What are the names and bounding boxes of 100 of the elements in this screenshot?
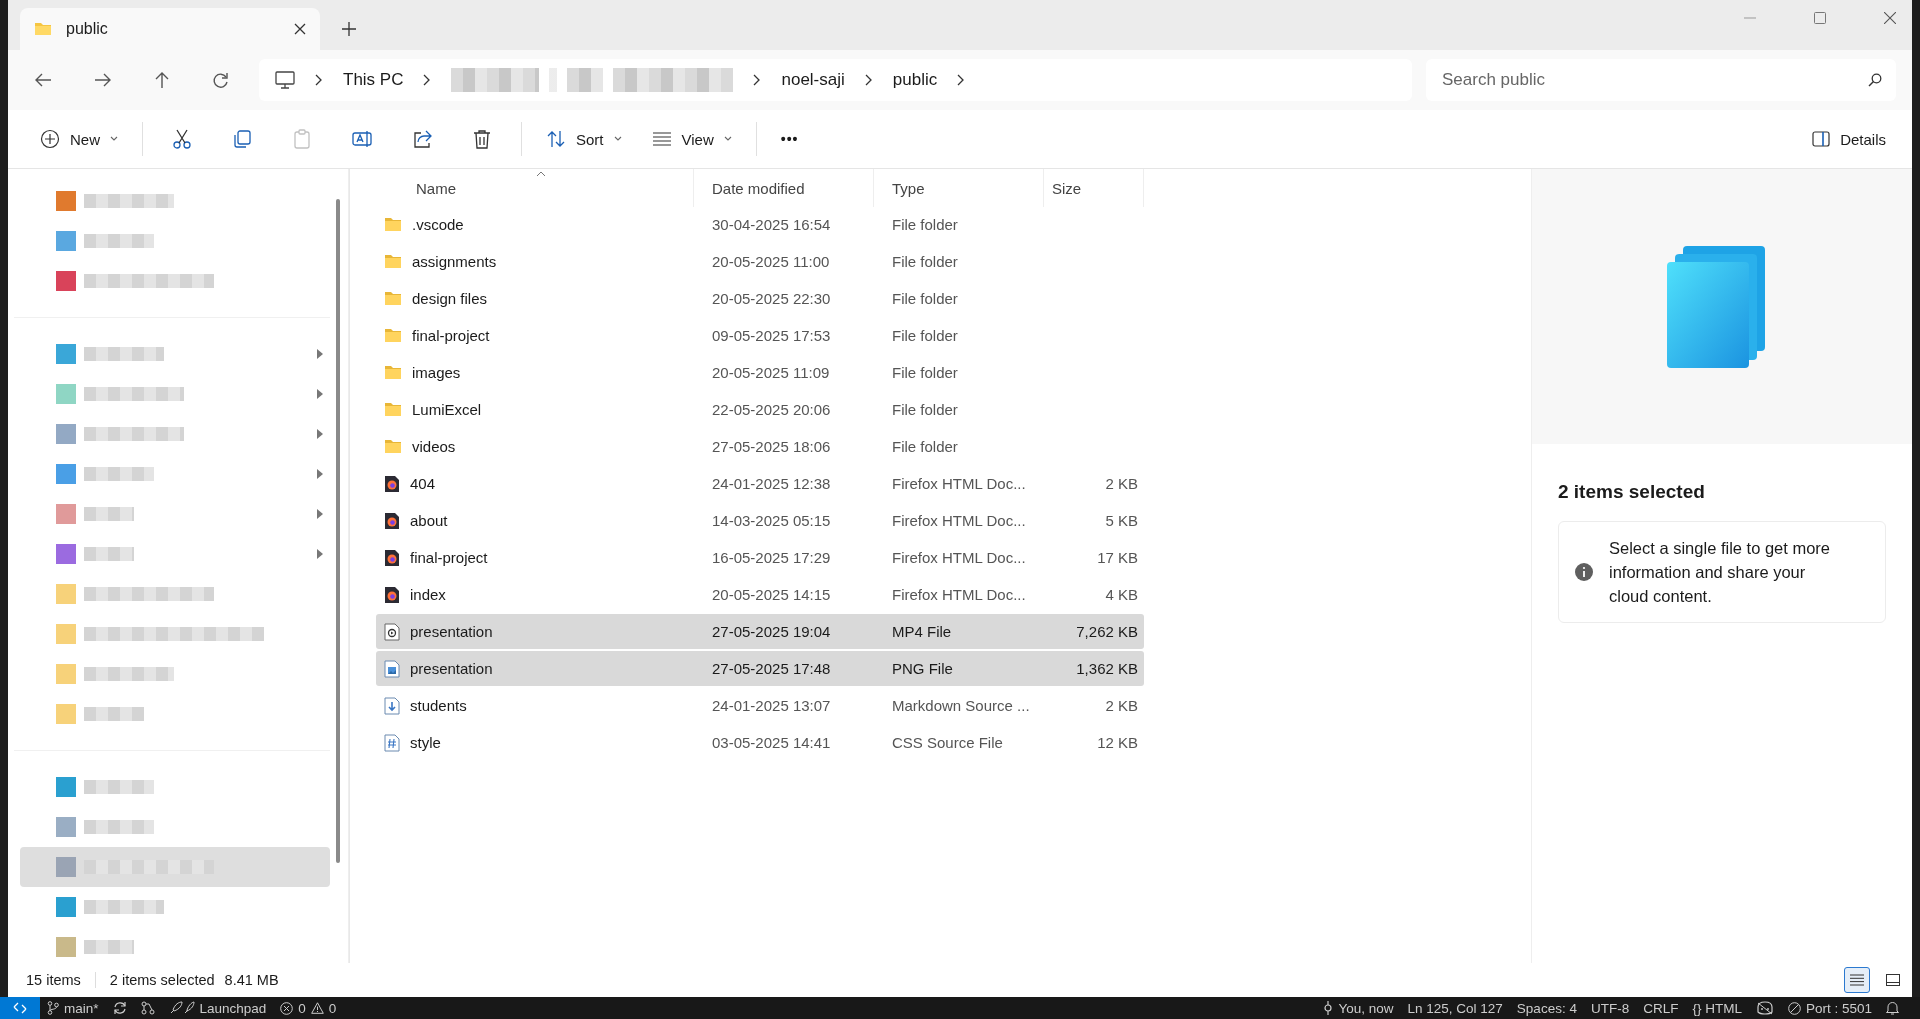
column-header[interactable]: Name [376,169,694,207]
info-text: Select a single file to get more information and share your cloud content. [1609,538,1832,607]
problems-button[interactable]: 0 0 [273,1000,344,1016]
caret-icon [723,136,732,142]
size-cell: 7,262 KB [1076,623,1138,640]
breadcrumb-item[interactable]: This PC [343,70,404,90]
tab-title: public [66,20,109,38]
multiple-files-icon [1667,245,1767,368]
copy-icon [232,129,252,149]
warning-icon [310,1002,324,1014]
details-button[interactable]: Details [1802,119,1896,159]
file-row[interactable]: videos 27-05-2025 18:06 File folder [376,429,1144,464]
close-icon[interactable] [294,23,306,35]
chevron-icon[interactable] [315,74,323,86]
branch-status[interactable]: main* [40,1000,106,1016]
file-row[interactable]: final-project 09-05-2025 17:53 File folder [376,318,1144,353]
expand-arrow-icon[interactable] [316,508,324,520]
selection-size: 8.41 MB [224,972,279,988]
breadcrumb-item[interactable]: noel-saji [781,70,845,90]
blame-status[interactable]: You, now [1316,1000,1401,1016]
file-name: students [410,697,467,714]
scissors-icon [172,129,192,149]
sort-button[interactable]: Sort [536,119,632,159]
status-item[interactable]: CRLF [1636,1000,1686,1016]
file-name: style [410,734,441,751]
file-name: design files [412,290,488,307]
file-row[interactable]: 404 24-01-2025 12:38 Firefox HTML Doc... 2 KB [376,466,1144,501]
file-row[interactable]: images 20-05-2025 11:09 File folder [376,355,1144,390]
redacted-label [84,940,134,954]
file-row[interactable]: index 20-05-2025 14:15 Firefox HTML Doc... 4 KB [376,577,1144,612]
column-header[interactable]: Date modified [694,169,874,207]
launchpad-button[interactable]: Launchpad [161,1000,274,1016]
status-item[interactable]: UTF-8 [1583,1000,1637,1016]
type-cell-text: Markdown Source ... [891,697,1031,714]
back-arrow-icon[interactable] [34,72,52,88]
scrollbar[interactable] [336,199,340,863]
port-status[interactable]: Port : 5501 [1780,1000,1879,1016]
status-item[interactable]: Spaces: 4 [1509,1000,1584,1016]
file-row[interactable]: style 03-05-2025 14:41 CSS Source File 12 KB [376,725,1144,760]
breadcrumb-item[interactable]: public [892,70,938,90]
more-button[interactable]: ••• [770,119,809,159]
details-view-button[interactable] [1844,967,1870,993]
redacted-label [84,467,154,481]
file-row[interactable]: final-project 16-05-2025 17:29 Firefox HTML Doc... 17 KB [376,540,1144,575]
file-row[interactable]: LumiExcel 22-05-2025 20:06 File folder [376,392,1144,427]
sort-icon [546,129,566,149]
address-bar[interactable]: This PC noel-saji public [259,59,1412,101]
file-name: index [410,586,446,603]
column-header[interactable]: Size [1044,169,1144,207]
expand-arrow-icon[interactable] [316,348,324,360]
chevron-icon[interactable] [423,74,432,86]
folder-icon [384,217,402,232]
tab[interactable]: public [20,8,320,50]
date-cell-text: 27-05-2025 18:06 [711,438,832,455]
forward-arrow-icon[interactable] [94,72,112,88]
expand-arrow-icon[interactable] [316,548,324,560]
file-row[interactable]: about 14-03-2025 05:15 Firefox HTML Doc... 5 KB [376,503,1144,538]
redacted-label [84,780,154,794]
caret-icon [613,136,622,142]
refresh-icon[interactable] [212,71,229,89]
chevron-icon[interactable] [753,74,762,86]
redacted-label [84,820,154,834]
folder-icon [384,328,402,343]
type-cell-text: Firefox HTML Doc... [891,586,1027,603]
folder-icon [384,365,402,380]
close-icon[interactable] [1884,12,1896,24]
up-arrow-icon[interactable] [154,71,170,89]
language-mode[interactable]: {} HTML [1685,1000,1749,1016]
date-cell-text: 09-05-2025 17:53 [711,327,832,344]
file-row[interactable]: assignments 20-05-2025 11:00 File folder [376,244,1144,279]
maximize-icon[interactable] [1814,12,1826,24]
expand-arrow-icon[interactable] [316,388,324,400]
search-field[interactable]: Search public [1426,59,1896,101]
computer-icon [275,71,295,89]
column-header[interactable]: Type [874,169,1044,207]
new-button[interactable]: New [30,119,128,159]
date-cell-text: 30-04-2025 16:54 [711,216,832,233]
file-row[interactable]: students 24-01-2025 13:07 Markdown Source ... 2 KB [376,688,1144,723]
expand-arrow-icon[interactable] [316,468,324,480]
window-icon [1886,974,1900,986]
status-item[interactable]: Ln 125, Col 127 [1400,1000,1510,1016]
file-row[interactable]: .vscode 30-04-2025 16:54 File folder [376,207,1144,242]
file-name: assignments [412,253,497,270]
file-name: about [410,512,448,529]
expand-arrow-icon[interactable] [316,428,324,440]
type-cell-text: File folder [891,253,959,270]
size-cell: 2 KB [1105,475,1138,492]
file-row[interactable]: design files 20-05-2025 22:30 File folder [376,281,1144,316]
file-row[interactable]: presentation 27-05-2025 19:04 MP4 File 7,262 KB [376,614,1144,649]
new-tab-icon[interactable] [342,22,356,36]
branch-icon [47,1001,59,1015]
chevron-icon[interactable] [957,74,966,86]
firefox-document-icon [384,474,400,493]
chevron-icon[interactable] [864,74,873,86]
type-cell-text: File folder [891,401,959,418]
file-name: presentation [410,623,493,640]
file-row[interactable]: presentation 27-05-2025 17:48 PNG File 1,362 KB [376,651,1144,686]
type-cell-text: MP4 File [891,623,953,640]
view-button[interactable]: View [641,119,742,159]
type-cell-text: Firefox HTML Doc... [891,549,1027,566]
